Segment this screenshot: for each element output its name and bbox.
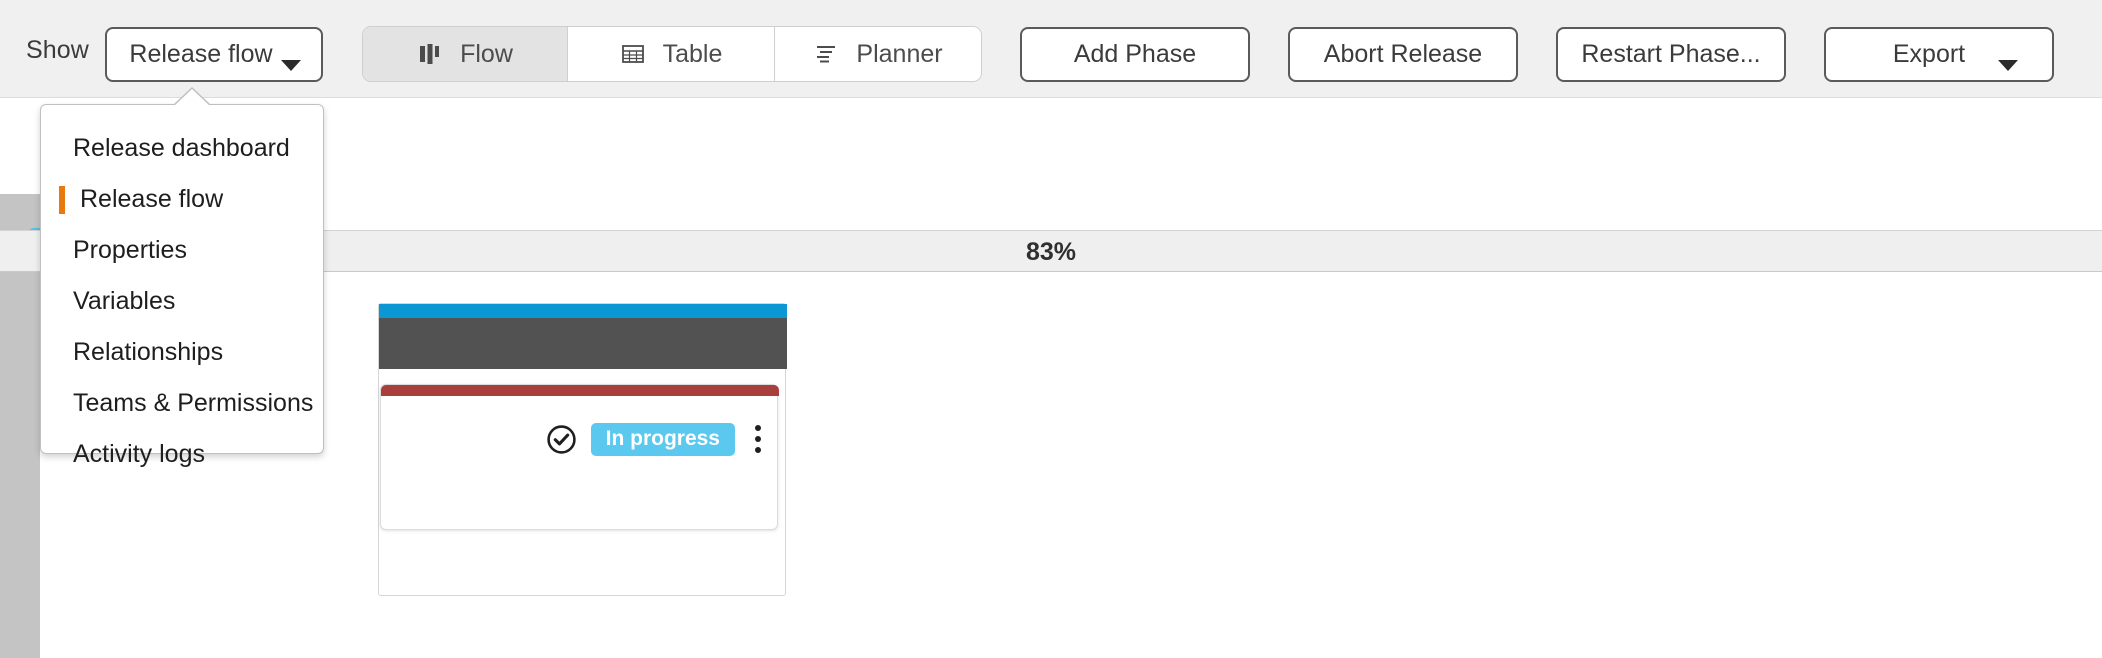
- tab-planner[interactable]: Planner: [775, 27, 981, 81]
- menu-item-label: Relationships: [73, 338, 224, 366]
- task-card[interactable]: In progress: [380, 384, 779, 530]
- planner-lines-icon: [813, 41, 839, 67]
- task-overflow-menu-icon[interactable]: [749, 421, 767, 457]
- export-label: Export: [1892, 40, 1966, 68]
- tab-flow[interactable]: Flow: [363, 27, 568, 81]
- phase-header: [379, 318, 787, 369]
- restart-phase-label: Restart Phase...: [1581, 40, 1761, 68]
- menu-item-properties[interactable]: Properties: [41, 225, 323, 276]
- menu-item-release-flow[interactable]: Release flow: [41, 174, 323, 225]
- add-phase-label: Add Phase: [1073, 40, 1197, 68]
- abort-release-label: Abort Release: [1323, 40, 1483, 68]
- tab-table-label: Table: [662, 39, 723, 68]
- task-accent-bar: [381, 385, 779, 396]
- table-grid-icon: [620, 41, 646, 67]
- abort-release-button[interactable]: Abort Release: [1288, 27, 1518, 82]
- menu-item-relationships[interactable]: Relationships: [41, 327, 323, 378]
- menu-item-label: Variables: [73, 287, 176, 315]
- phase-color-bar: [379, 304, 787, 318]
- menu-item-label: Release flow: [80, 185, 224, 213]
- selected-indicator: [59, 186, 65, 214]
- add-phase-button[interactable]: Add Phase: [1020, 27, 1250, 82]
- check-circle-icon: [546, 424, 577, 455]
- restart-phase-button[interactable]: Restart Phase...: [1556, 27, 1786, 82]
- tab-flow-label: Flow: [460, 39, 513, 68]
- chevron-down-icon: [281, 60, 301, 71]
- chevron-down-icon: [1998, 60, 2018, 71]
- menu-item-activity-logs[interactable]: Activity logs: [41, 429, 323, 480]
- menu-item-teams-permissions[interactable]: Teams & Permissions: [41, 378, 323, 429]
- menu-item-release-dashboard[interactable]: Release dashboard: [41, 123, 323, 174]
- view-mode-segmented-control: Flow Table Planner: [362, 26, 982, 82]
- flow-bars-icon: [417, 41, 443, 67]
- show-select-dropdown[interactable]: Release flow: [105, 27, 323, 82]
- toolbar: Show Release flow Flow Table Planner Add…: [0, 0, 2102, 98]
- app-root: 83% In progress Show Release flow Flow T…: [0, 0, 2102, 658]
- menu-item-label: Teams & Permissions: [73, 389, 314, 417]
- task-status-row: In progress: [546, 421, 767, 457]
- show-dropdown-menu: Release dashboard Release flow Propertie…: [40, 87, 324, 468]
- menu-item-variables[interactable]: Variables: [41, 276, 323, 327]
- menu-item-label: Release dashboard: [73, 134, 290, 162]
- show-select-value: Release flow: [129, 40, 273, 68]
- menu-item-label: Properties: [73, 236, 187, 264]
- export-button[interactable]: Export: [1824, 27, 2054, 82]
- status-badge: In progress: [590, 422, 735, 456]
- show-label: Show: [26, 36, 89, 64]
- tab-planner-label: Planner: [856, 39, 943, 68]
- menu-arrow-fill: [174, 89, 210, 106]
- tab-table[interactable]: Table: [568, 27, 775, 81]
- menu-item-label: Activity logs: [73, 440, 205, 468]
